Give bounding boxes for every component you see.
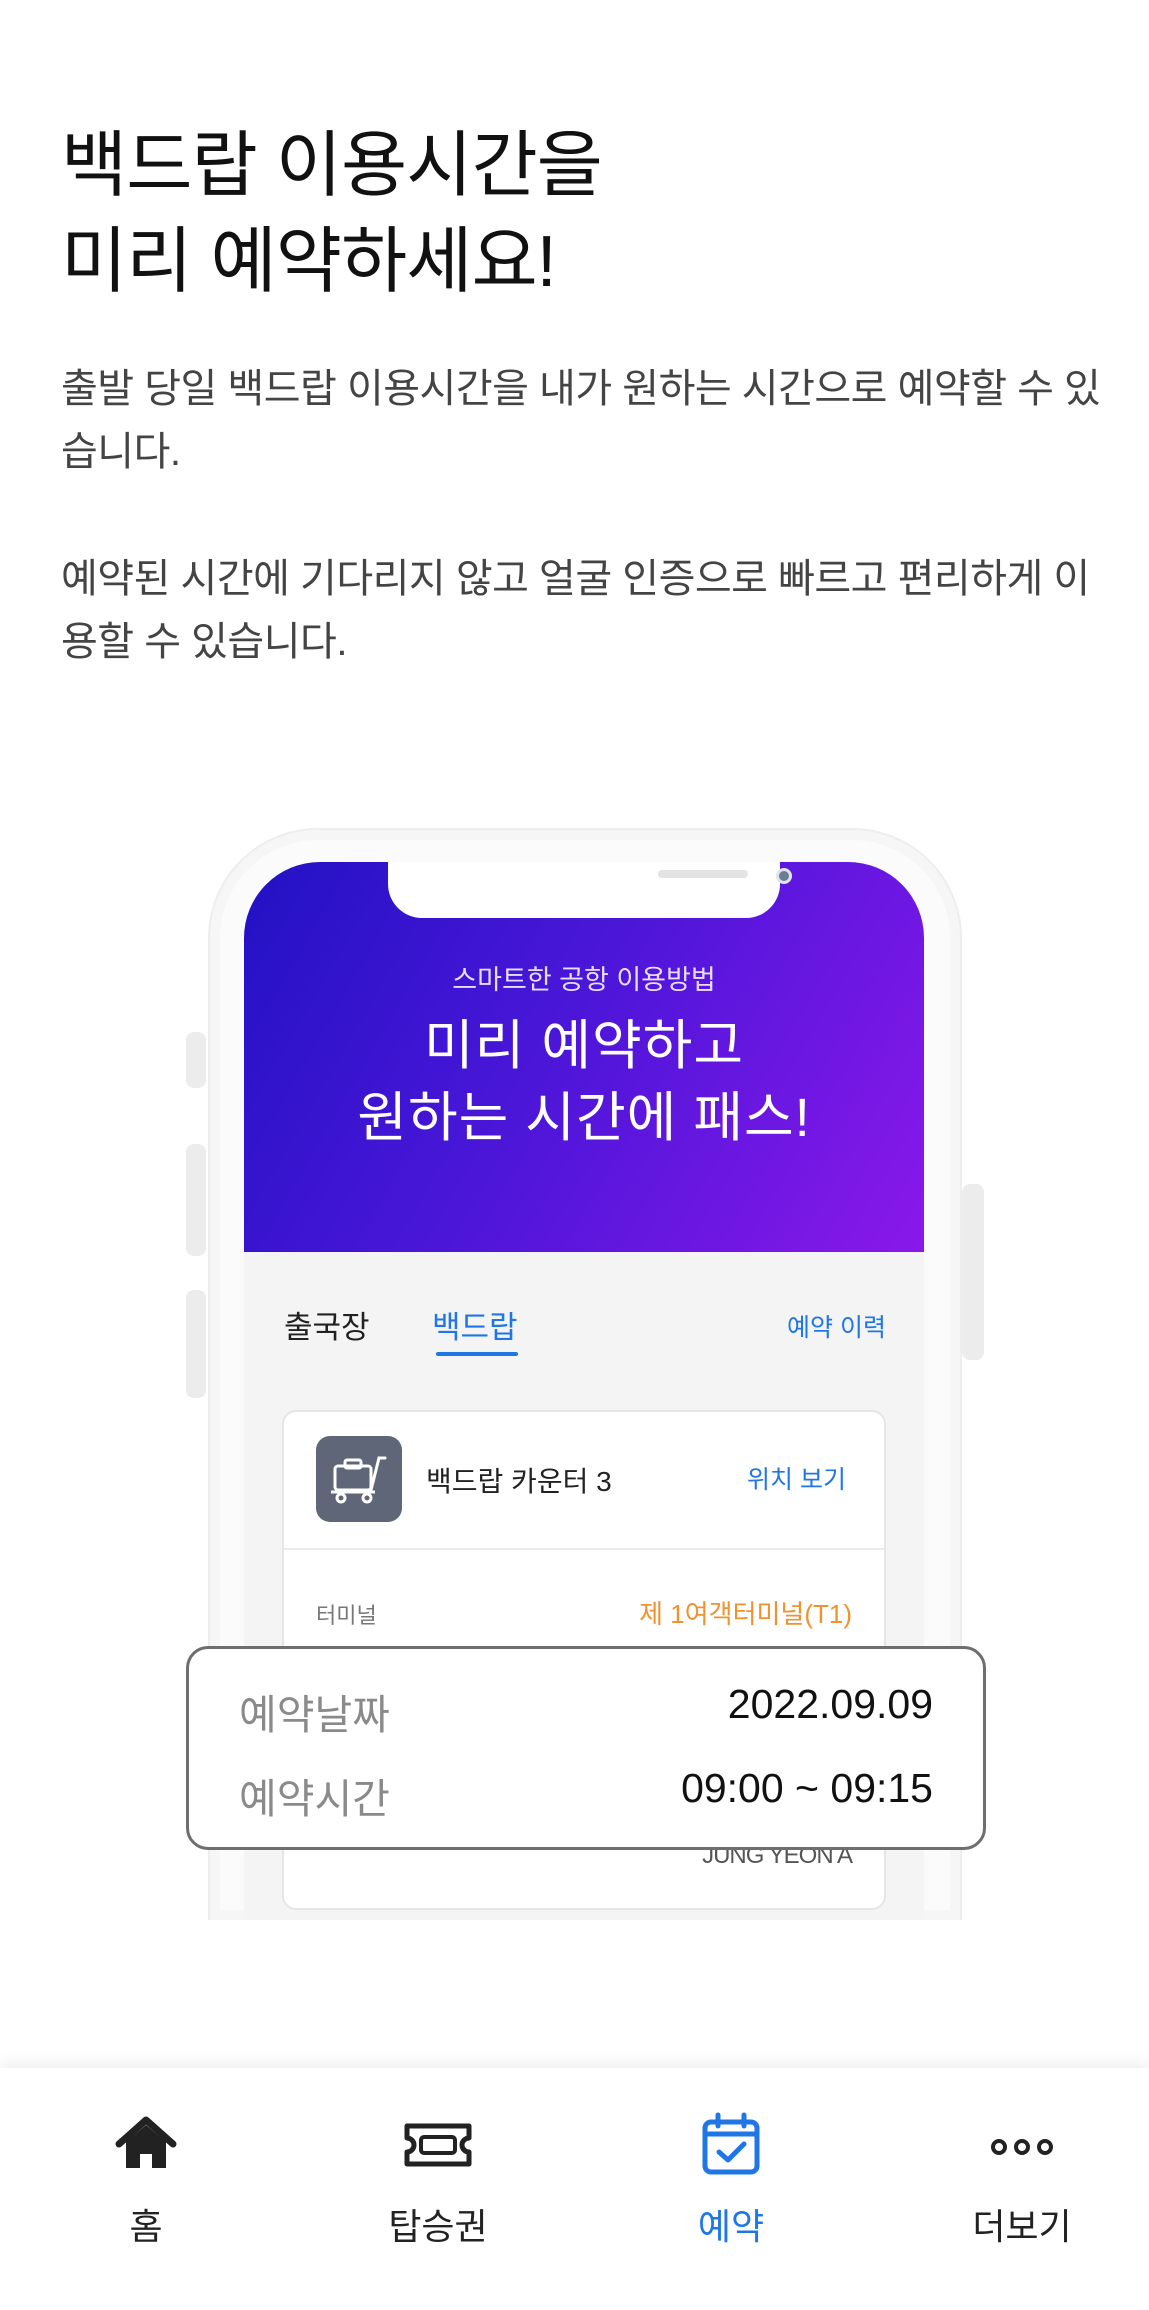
nav-more[interactable]: 더보기 [922, 2110, 1122, 2280]
phone-notch [388, 862, 792, 918]
location-link: 위치 보기 [747, 1466, 846, 1494]
tab-active-indicator [436, 1352, 518, 1356]
mockup-tabs: 출국장 백드랍 예약 이력 [244, 1302, 924, 1372]
screen-banner: 스마트한 공항 이용방법 미리 예약하고 원하는 시간에 패스! [244, 862, 924, 1252]
nav-home[interactable]: 홈 [46, 2110, 246, 2280]
reservation-time-value: 09:00 ~ 09:15 [681, 1765, 933, 1811]
phone-side-button [186, 1290, 206, 1398]
terminal-label: 터미널 [316, 1603, 377, 1628]
reservation-summary: 예약날짜 2022.09.09 예약시간 09:00 ~ 09:15 [186, 1646, 986, 1850]
page: 백드랍 이용시간을 미리 예약하세요! 출발 당일 백드랍 이용시간을 내가 원… [0, 0, 1149, 2310]
card-divider [284, 1548, 884, 1550]
nav-reservation-label: 예약 [697, 2206, 765, 2247]
tab-departure-hall: 출국장 [284, 1310, 370, 1345]
phone-side-button [186, 1032, 206, 1088]
reservation-date-label: 예약날짜 [239, 1692, 390, 1738]
reservation-time-row: 예약시간 09:00 ~ 09:15 [189, 1765, 983, 1825]
intro-paragraph-2: 예약된 시간에 기다리지 않고 얼굴 인증으로 빠르고 편리하게 이용할 수 있… [61, 557, 1090, 664]
page-title: 백드랍 이용시간을 미리 예약하세요! [61, 126, 603, 302]
calendar-check-icon [702, 2112, 760, 2175]
reservation-history-link: 예약 이력 [787, 1314, 886, 1342]
bottom-navigation: 홈 탑승권 예약 더보기 [0, 2068, 1149, 2310]
reservation-date-row: 예약날짜 2022.09.09 [189, 1681, 983, 1741]
reservation-time-label: 예약시간 [239, 1776, 390, 1822]
phone-side-button [186, 1144, 206, 1256]
nav-home-label: 홈 [129, 2206, 163, 2247]
more-dots-icon [991, 2139, 1053, 2155]
nav-boarding-pass[interactable]: 탑승권 [338, 2110, 538, 2280]
camera-icon [776, 868, 792, 884]
speaker-grille [658, 870, 748, 878]
nav-more-label: 더보기 [972, 2206, 1072, 2247]
nav-reservation[interactable]: 예약 [631, 2110, 831, 2280]
reservation-date-value: 2022.09.09 [727, 1681, 933, 1727]
home-icon [115, 2116, 177, 2168]
nav-boarding-pass-label: 탑승권 [388, 2206, 488, 2247]
baggage-cart-icon [316, 1436, 402, 1522]
phone-side-button [962, 1184, 984, 1360]
counter-title: 백드랍 카운터 3 [426, 1466, 612, 1497]
terminal-value: 제 1여객터미널(T1) [639, 1599, 852, 1629]
tab-bag-drop: 백드랍 [432, 1310, 518, 1345]
ticket-icon [404, 2123, 472, 2167]
banner-title: 미리 예약하고 원하는 시간에 패스! [357, 1016, 811, 1148]
banner-kicker: 스마트한 공항 이용방법 [452, 965, 716, 995]
intro-paragraph-1: 출발 당일 백드랍 이용시간을 내가 원하는 시간으로 예약할 수 있습니다. [61, 367, 1101, 474]
